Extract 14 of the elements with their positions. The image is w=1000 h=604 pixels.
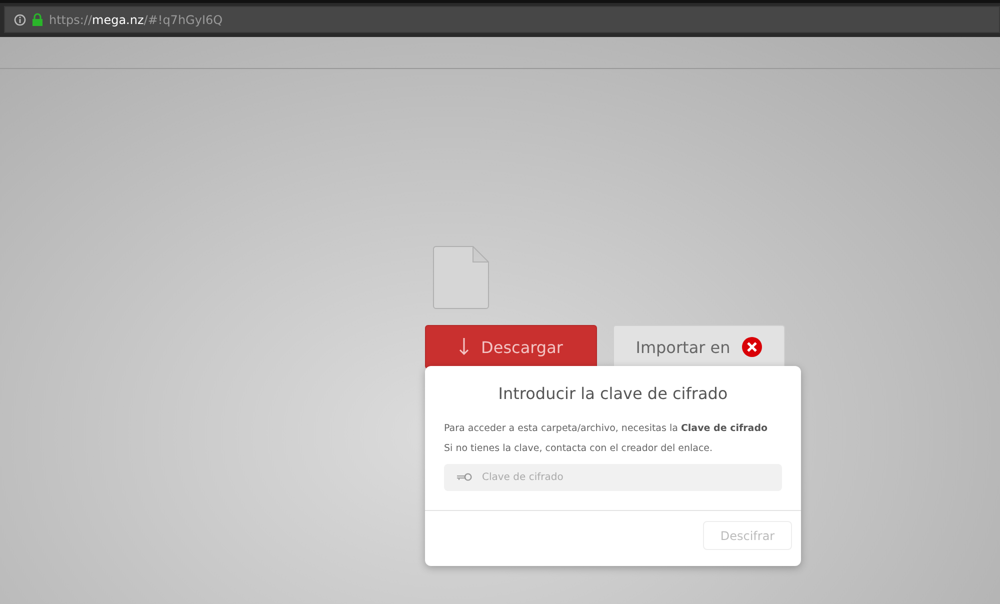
- close-icon: [742, 337, 762, 357]
- dialog-title: Introducir la clave de cifrado: [497, 384, 729, 403]
- import-button[interactable]: Importar en: [613, 325, 785, 369]
- dialog-message: Si no tienes la clave, contacta con el creador del enlace.: [444, 443, 714, 454]
- key-icon: [456, 473, 472, 481]
- info-icon[interactable]: [14, 14, 26, 26]
- download-icon: [459, 338, 470, 356]
- padlock-icon[interactable]: [32, 13, 43, 26]
- download-button[interactable]: Descargar: [425, 325, 597, 369]
- file-icon: [433, 246, 489, 309]
- url-text: https://mega.nz/#!q7hGyI6Q: [49, 12, 223, 26]
- address-bar[interactable]: https://mega.nz/#!q7hGyI6Q: [4, 6, 1000, 33]
- key-field[interactable]: Clave de cifrado: [444, 464, 782, 491]
- dialog-message: Para acceder a esta carpeta/archivo, necesitas la Clave de cifrado: [444, 423, 769, 434]
